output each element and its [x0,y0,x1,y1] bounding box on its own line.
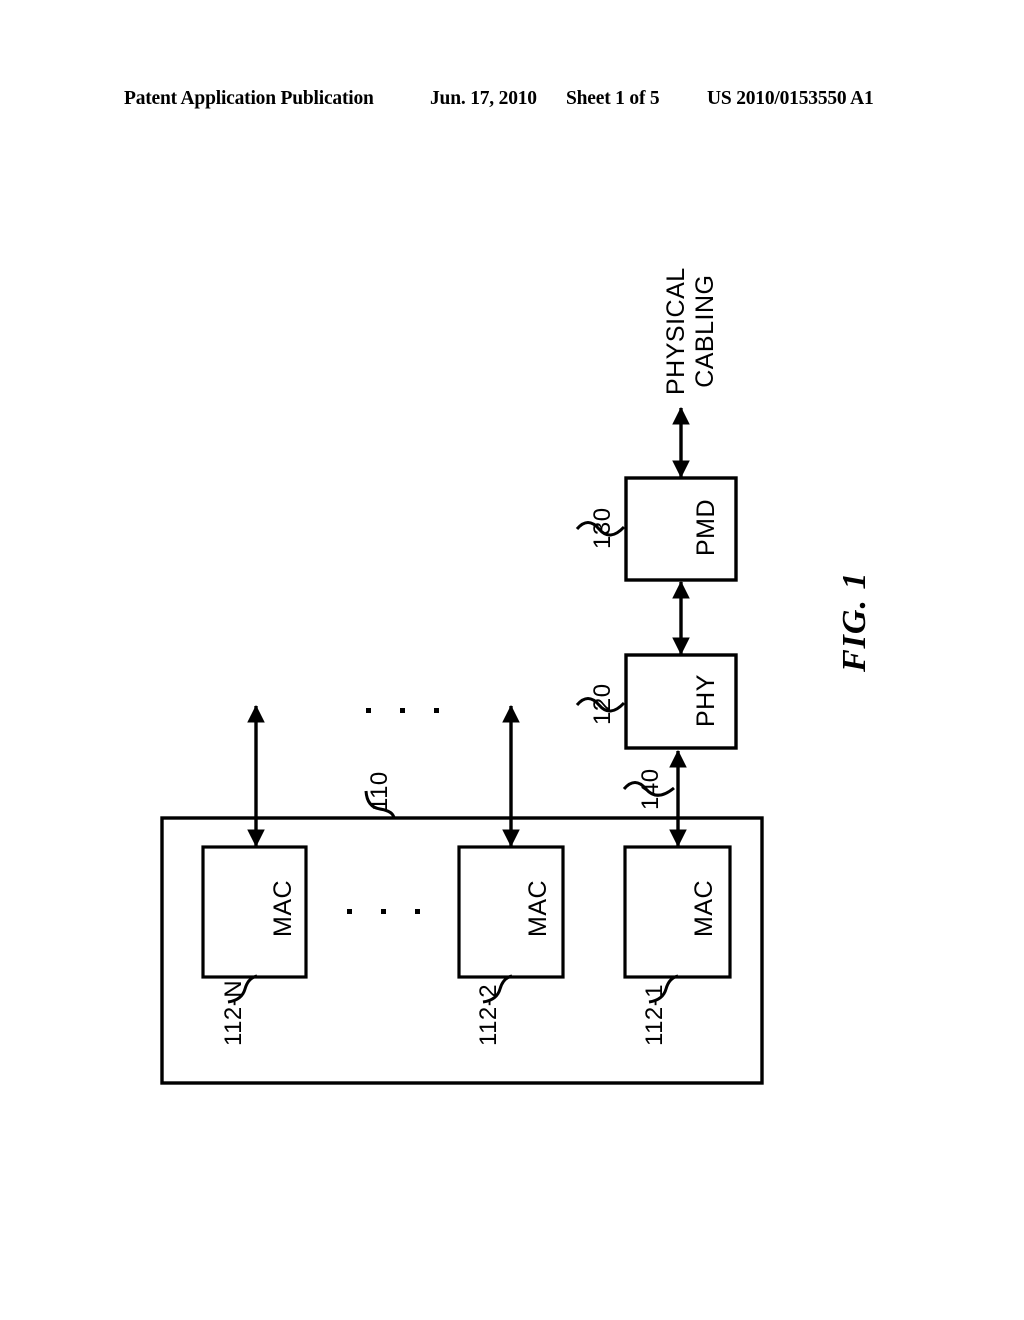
physical-cabling-line-2: CABLING [691,274,719,388]
ref-numeral-112-n: 112-N [220,979,247,1046]
ellipsis-dot [434,708,439,713]
mac-box-label-112-n: MAC [269,879,297,937]
ellipsis-dot [366,708,371,713]
ellipsis-dot [415,909,420,914]
mac-box-label-112-2: MAC [524,879,552,937]
ref-numeral-140: 140 [637,768,664,810]
ref-numeral-112-1: 112-1 [641,983,668,1046]
ref-numeral-112-2: 112-2 [475,983,502,1046]
pmd-box-label: PMD [692,498,720,556]
phy-box-label: PHY [692,674,720,727]
ellipsis-dot [381,909,386,914]
ref-numeral-120: 120 [589,683,616,725]
ref-numeral-110: 110 [366,771,393,811]
mac-box-label-112-1: MAC [690,879,718,937]
figure-caption: FIG. 1 [836,571,873,672]
ellipsis-dot [347,909,352,914]
arrow-row-ellipsis [366,708,439,713]
physical-cabling-label: PHYSICAL CABLING [662,267,720,395]
ref-numeral-130: 130 [589,507,616,549]
mac-row-ellipsis [347,909,420,914]
physical-cabling-line-1: PHYSICAL [662,267,690,395]
ellipsis-dot [400,708,405,713]
